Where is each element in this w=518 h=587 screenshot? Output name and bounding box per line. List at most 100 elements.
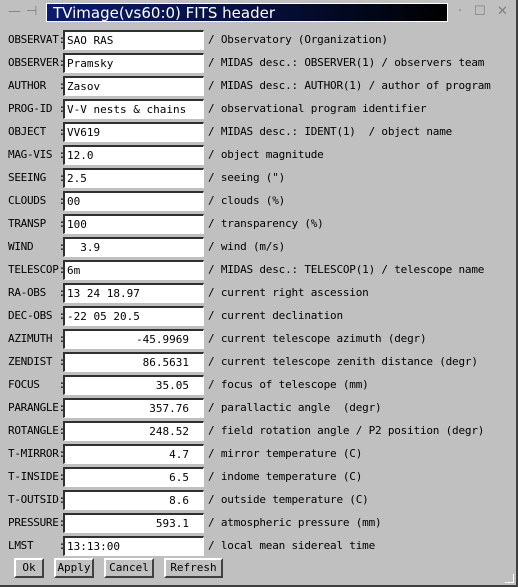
field-label: TELESCOP: [8, 263, 65, 276]
lmst-input[interactable]: 13:13:00 [63, 536, 204, 556]
field-description: / seeing (") [208, 171, 286, 184]
transp-input[interactable]: 100 [63, 214, 204, 234]
resize-grip[interactable] [505, 574, 514, 583]
field-row-observer: OBSERVER: Pramsky / MIDAS desc.: OBSERVER(… [0, 53, 516, 75]
parangle-input[interactable]: 357.76 [63, 398, 204, 418]
field-description: / MIDAS desc.: OBSERVER(1) / observers t… [208, 56, 485, 69]
field-row-t-mirror: T-MIRROR: 4.7 / mirror temperature (C) [0, 444, 516, 466]
title-bar[interactable]: — ⊣ TVimage(vs60:0) FITS header · ☐ ✕ [0, 0, 516, 26]
ra-obs-input[interactable]: 13 24 18.97 [63, 283, 204, 303]
pressure-input[interactable]: 593.1 [63, 513, 204, 533]
field-description: / MIDAS desc.: AUTHOR(1) / author of pro… [208, 79, 491, 92]
field-label: RA-OBS : [8, 286, 65, 299]
focus-input[interactable]: 35.05 [63, 375, 204, 395]
field-label: LMST : [8, 539, 65, 552]
field-row-focus: FOCUS :35.05 / focus of telescope (mm) [0, 375, 516, 397]
observer-input[interactable]: Pramsky [63, 53, 204, 73]
field-label: ROTANGLE: [8, 424, 65, 437]
field-label: CLOUDS : [8, 194, 65, 207]
cancel-button[interactable]: Cancel [104, 558, 154, 578]
field-label: DEC-OBS : [8, 309, 65, 322]
refresh-button[interactable]: Refresh [164, 558, 223, 578]
field-label: MAG-VIS : [8, 148, 65, 161]
t-outsid-input[interactable]: 8.6 [63, 490, 204, 510]
seeing-input[interactable]: 2.5 [63, 168, 204, 188]
azimuth-input[interactable]: -45.9969 [63, 329, 204, 349]
field-description: / outside temperature (C) [208, 493, 369, 506]
field-label: AUTHOR : [8, 79, 65, 92]
field-label: T-MIRROR: [8, 447, 65, 460]
field-description: / current telescope zenith distance (deg… [208, 355, 478, 368]
close-icon[interactable]: ✕ [497, 4, 508, 20]
field-label: PRESSURE: [8, 516, 65, 529]
field-description: / current right ascession [208, 286, 369, 299]
field-row-object: OBJECT : VV619 / MIDAS desc.: IDENT(1) / o… [0, 122, 516, 144]
author-input[interactable]: Zasov [63, 76, 204, 96]
field-label: TRANSP : [8, 217, 65, 230]
field-label: OBSERVER: [8, 56, 65, 69]
rotangle-input[interactable]: 248.52 [63, 421, 204, 441]
field-description: / local mean sidereal time [208, 539, 375, 552]
field-label: WIND : [8, 240, 65, 253]
observat-input[interactable]: SAO RAS [63, 30, 204, 50]
field-description: / wind (m/s) [208, 240, 286, 253]
minimize-icon[interactable]: · [458, 4, 462, 20]
field-label: T-OUTSID: [8, 493, 65, 506]
apply-button[interactable]: Apply [54, 558, 94, 578]
mag-vis-input[interactable]: 12.0 [63, 145, 204, 165]
field-row-parangle: PARANGLE: 357.76 / parallactic angle (degr… [0, 398, 516, 420]
field-description: / transparency (%) [208, 217, 324, 230]
field-description: / atmospheric pressure (mm) [208, 516, 382, 529]
field-row-pressure: PRESSURE: 593.1 / atmospheric pressure (mm… [0, 513, 516, 535]
field-description: / MIDAS desc.: IDENT(1) / object name [208, 125, 453, 138]
zendist-input[interactable]: 86.5631 [63, 352, 204, 372]
object-input[interactable]: VV619 [63, 122, 204, 142]
field-row-prog-id: PROG-ID : V-V nests & chains / observation… [0, 99, 516, 121]
field-description: / mirror temperature (C) [208, 447, 363, 460]
window-title: TVimage(vs60:0) FITS header [46, 3, 448, 22]
field-row-rotangle: ROTANGLE: 248.52 / field rotation angle / … [0, 421, 516, 443]
t-mirror-input[interactable]: 4.7 [63, 444, 204, 464]
pin-icon[interactable]: ⊣ [26, 4, 37, 20]
ok-button[interactable]: Ok [14, 558, 44, 578]
field-row-azimuth: AZIMUTH : -45.9969 / current telescope azi… [0, 329, 516, 351]
field-description: / MIDAS desc.: TELESCOP(1) / telescope n… [208, 263, 485, 276]
field-row-lmst: LMST :13:13:00 / local mean sidereal time [0, 536, 516, 558]
maximize-icon[interactable]: ☐ [474, 4, 486, 20]
wind-input[interactable]: 3.9 [63, 237, 204, 257]
field-label: T-INSIDE: [8, 470, 65, 483]
field-row-wind: WIND : 3.9 / wind (m/s) [0, 237, 516, 259]
telescop-input[interactable]: 6m [63, 260, 204, 280]
field-label: FOCUS : [8, 378, 65, 391]
field-row-clouds: CLOUDS :00 / clouds (%) [0, 191, 516, 213]
field-description: / parallactic angle (degr) [208, 401, 382, 414]
clouds-input[interactable]: 00 [63, 191, 204, 211]
field-row-author: AUTHOR : Zasov / MIDAS desc.: AUTHOR(1) / … [0, 76, 516, 98]
field-label: PARANGLE: [8, 401, 65, 414]
field-label: SEEING : [8, 171, 65, 184]
fits-header-window: — ⊣ TVimage(vs60:0) FITS header · ☐ ✕ OB… [0, 0, 518, 587]
dec-obs-input[interactable]: -22 05 20.5 [63, 306, 204, 326]
field-label: OBSERVAT: [8, 33, 65, 46]
prog-id-input[interactable]: V-V nests & chains [63, 99, 204, 119]
field-row-ra-obs: RA-OBS :13 24 18.97 / current right asces… [0, 283, 516, 305]
field-row-t-outsid: T-OUTSID: 8.6 / outside temperature (C) [0, 490, 516, 512]
field-row-t-inside: T-INSIDE: 6.5 / indome temperature (C) [0, 467, 516, 489]
field-description: / current telescope azimuth (degr) [208, 332, 427, 345]
field-row-dec-obs: DEC-OBS : -22 05 20.5 / current declinatio… [0, 306, 516, 328]
field-row-mag-vis: MAG-VIS :12.0 / object magnitude [0, 145, 516, 167]
field-row-transp: TRANSP :100 / transparency (%) [0, 214, 516, 236]
field-row-telescop: TELESCOP: 6m / MIDAS desc.: TELESCOP(1) / … [0, 260, 516, 282]
field-description: / focus of telescope (mm) [208, 378, 369, 391]
field-label: AZIMUTH : [8, 332, 65, 345]
t-inside-input[interactable]: 6.5 [63, 467, 204, 487]
window-menu-icon[interactable]: — [8, 4, 21, 20]
field-description: / current declination [208, 309, 343, 322]
field-label: PROG-ID : [8, 102, 65, 115]
field-row-zendist: ZENDIST :86.5631 / current telescope zeni… [0, 352, 516, 374]
field-description: / Observatory (Organization) [208, 33, 388, 46]
field-row-seeing: SEEING :2.5 / seeing (") [0, 168, 516, 190]
field-description: / field rotation angle / P2 position (de… [208, 424, 485, 437]
field-description: / object magnitude [208, 148, 324, 161]
field-description: / indome temperature (C) [208, 470, 363, 483]
